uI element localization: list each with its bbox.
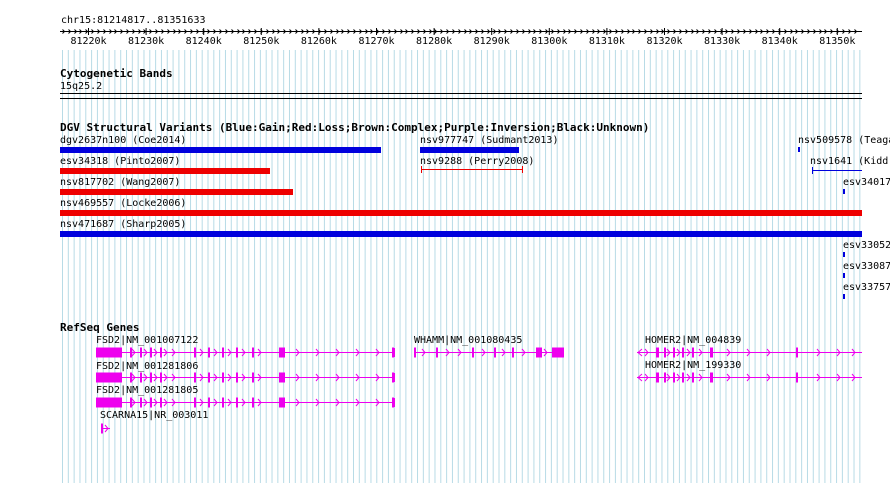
variant-label: esv34017 (843, 177, 890, 188)
variant-label: dgv2637n100 (Coe2014) (60, 135, 187, 146)
svg-text:81220k: 81220k (70, 36, 106, 47)
variant-label: esv33052 (843, 240, 890, 251)
svg-text:81270k: 81270k (358, 36, 394, 47)
dgv-track-title[interactable]: DGV Structural Variants (Blue:Gain;Red:L… (60, 122, 649, 134)
variant-label: esv34318 (Pinto2007) (60, 156, 181, 167)
cyto-track-title[interactable]: Cytogenetic Bands (60, 68, 173, 80)
genome-browser-view: chr15:81214817..81351633 81220k 81230k 812… (0, 0, 890, 483)
gene-model[interactable] (96, 370, 396, 384)
svg-text:81320k: 81320k (646, 36, 682, 47)
svg-text:81230k: 81230k (128, 36, 164, 47)
gene-model[interactable] (637, 370, 862, 384)
position-ruler[interactable]: 81220k 81230k 81240k 81250k 81260k 81270k 8128… (0, 24, 890, 48)
refseq-track-title[interactable]: RefSeq Genes (60, 322, 139, 334)
variant-label: nsv469557 (Locke2006) (60, 198, 187, 209)
variant-bar-loss[interactable] (60, 210, 862, 216)
svg-text:81350k: 81350k (819, 36, 855, 47)
variant-bar-gain[interactable] (60, 147, 381, 153)
variant-tick-gain[interactable] (843, 252, 845, 257)
variant-label: esv33757 (843, 282, 890, 293)
svg-text:81240k: 81240k (186, 36, 222, 47)
svg-text:81250k: 81250k (243, 36, 279, 47)
variant-bar-gain[interactable] (420, 147, 519, 153)
variant-label: nsv977747 (Sudmant2013) (420, 135, 559, 146)
variant-tick-gain[interactable] (798, 147, 800, 152)
gene-model-short[interactable] (100, 421, 112, 434)
svg-text:81280k: 81280k (416, 36, 452, 47)
gene-model[interactable] (96, 395, 396, 409)
variant-bar-loss-thin[interactable] (420, 165, 525, 174)
cyto-band-line-top (60, 93, 862, 94)
variant-tick-gain[interactable] (843, 294, 845, 299)
variant-bar-loss[interactable] (60, 189, 293, 195)
variant-tick-gain[interactable] (843, 189, 845, 194)
svg-text:81330k: 81330k (704, 36, 740, 47)
variant-label: nsv471687 (Sharp2005) (60, 219, 187, 230)
svg-text:81340k: 81340k (762, 36, 798, 47)
variant-label: nsv509578 (Teaga (798, 135, 890, 146)
variant-bar-gain[interactable] (60, 231, 862, 237)
variant-label: nsv817702 (Wang2007) (60, 177, 181, 188)
gene-model[interactable] (414, 345, 566, 359)
cyto-band-label: 15q25.2 (60, 81, 103, 92)
svg-text:81260k: 81260k (301, 36, 337, 47)
gene-label: SCARNA15|NR_003011 (100, 410, 209, 421)
variant-tick-gain[interactable] (843, 273, 845, 278)
gene-model[interactable] (637, 345, 862, 359)
cyto-band-line-bottom (60, 98, 862, 99)
gene-model[interactable] (96, 345, 396, 359)
variant-bar-loss[interactable] (60, 168, 270, 174)
svg-text:81310k: 81310k (589, 36, 625, 47)
variant-bar-gain-thin[interactable] (810, 166, 862, 174)
svg-text:81300k: 81300k (531, 36, 567, 47)
svg-text:81290k: 81290k (474, 36, 510, 47)
variant-label: esv33087 (843, 261, 890, 272)
